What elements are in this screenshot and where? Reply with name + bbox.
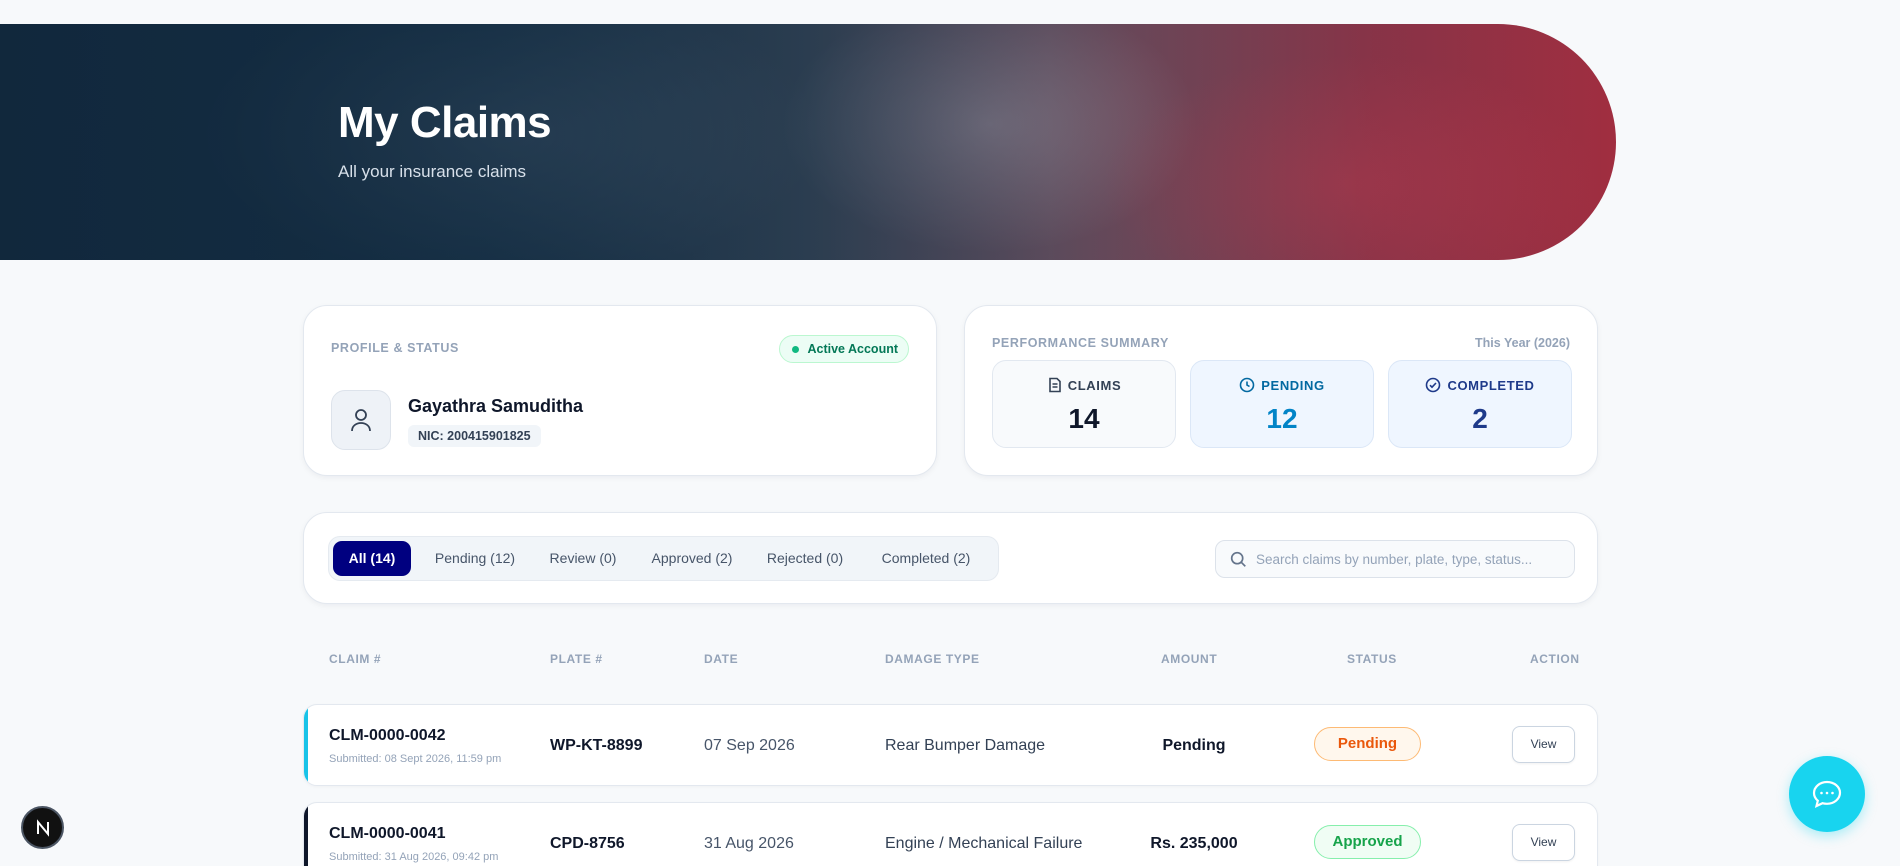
column-header-date: DATE [704,652,739,666]
row-accent-bar [304,705,308,785]
avatar [331,390,391,450]
document-icon [1048,377,1061,393]
plate-number: CPD-8756 [550,835,625,852]
column-header-damage-type: DAMAGE TYPE [885,652,980,666]
account-status-label: Active Account [807,342,898,356]
claim-date: 31 Aug 2026 [704,835,794,852]
damage-type: Engine / Mechanical Failure [885,835,1083,852]
stat-label: COMPLETED [1447,377,1535,393]
row-accent-bar [304,803,308,866]
stat-value: 14 [1068,403,1100,434]
profile-card: PROFILE & STATUS Active Account Gayathra… [303,305,937,476]
tab-approved[interactable]: Approved (2) [639,541,745,576]
check-circle-icon [1426,377,1441,393]
status-badge: Pending [1314,727,1421,761]
view-button[interactable]: View [1512,824,1575,861]
claim-date: 07 Sep 2026 [704,737,795,754]
dev-tools-button[interactable] [21,806,64,849]
performance-card: PERFORMANCE SUMMARY This Year (2026) CLA… [964,305,1598,476]
user-icon [351,409,371,432]
tab-pending[interactable]: Pending (12) [421,541,529,576]
tab-rejected[interactable]: Rejected (0) [755,541,855,576]
stat-completed: COMPLETED 2 [1388,360,1572,448]
performance-section-label: PERFORMANCE SUMMARY [992,336,1169,350]
column-header-plate: PLATE # [550,652,603,666]
nic-badge: NIC: 200415901825 [408,425,541,447]
table-row[interactable]: CLM-0000-0041 Submitted: 31 Aug 2026, 09… [303,802,1598,866]
tab-completed[interactable]: Completed (2) [865,541,987,576]
profile-section-label: PROFILE & STATUS [331,341,459,355]
column-header-action: ACTION [1530,652,1580,666]
user-name: Gayathra Samuditha [408,396,584,416]
search-input[interactable] [1256,541,1566,577]
claim-amount: Pending [1162,737,1226,754]
column-header-amount: AMOUNT [1161,652,1218,666]
search-icon [1230,551,1246,567]
stat-value: 12 [1266,403,1298,434]
column-header-status: STATUS [1347,652,1397,666]
stat-label: CLAIMS [1067,377,1122,393]
filter-bar: All (14) Pending (12) Review (0) Approve… [303,512,1598,604]
tab-all[interactable]: All (14) [333,541,411,576]
chat-bubble-icon [1812,780,1842,808]
claim-amount: Rs. 235,000 [1150,835,1238,852]
claim-number: CLM-0000-0042 [329,727,446,744]
submitted-time: Submitted: 08 Sept 2026, 11:59 pm [329,753,502,765]
page-subtitle: All your insurance claims [338,162,527,181]
plate-number: WP-KT-8899 [550,737,643,754]
view-button[interactable]: View [1512,726,1575,763]
claim-number: CLM-0000-0041 [329,825,446,842]
stat-claims: CLAIMS 14 [992,360,1176,448]
stat-label: PENDING [1261,377,1325,393]
page-title: My Claims [338,98,552,147]
column-header-claim: CLAIM # [329,652,382,666]
damage-type: Rear Bumper Damage [885,737,1046,754]
hero-overlay [0,24,1616,260]
chat-button[interactable] [1789,756,1865,832]
clock-icon [1239,377,1255,393]
stat-pending: PENDING 12 [1190,360,1374,448]
n-logo-icon [36,818,49,837]
period-label: This Year (2026) [1475,336,1570,350]
submitted-time: Submitted: 31 Aug 2026, 09:42 pm [329,851,499,863]
tab-review[interactable]: Review (0) [537,541,629,576]
hero-banner: My Claims All your insurance claims [0,24,1616,260]
search-box [1215,540,1575,578]
status-tabs: All (14) Pending (12) Review (0) Approve… [328,536,999,581]
table-row[interactable]: CLM-0000-0042 Submitted: 08 Sept 2026, 1… [303,704,1598,786]
stat-value: 2 [1472,403,1488,434]
account-status-badge: Active Account [779,335,909,363]
status-dot [792,346,800,353]
status-badge: Approved [1314,825,1421,859]
